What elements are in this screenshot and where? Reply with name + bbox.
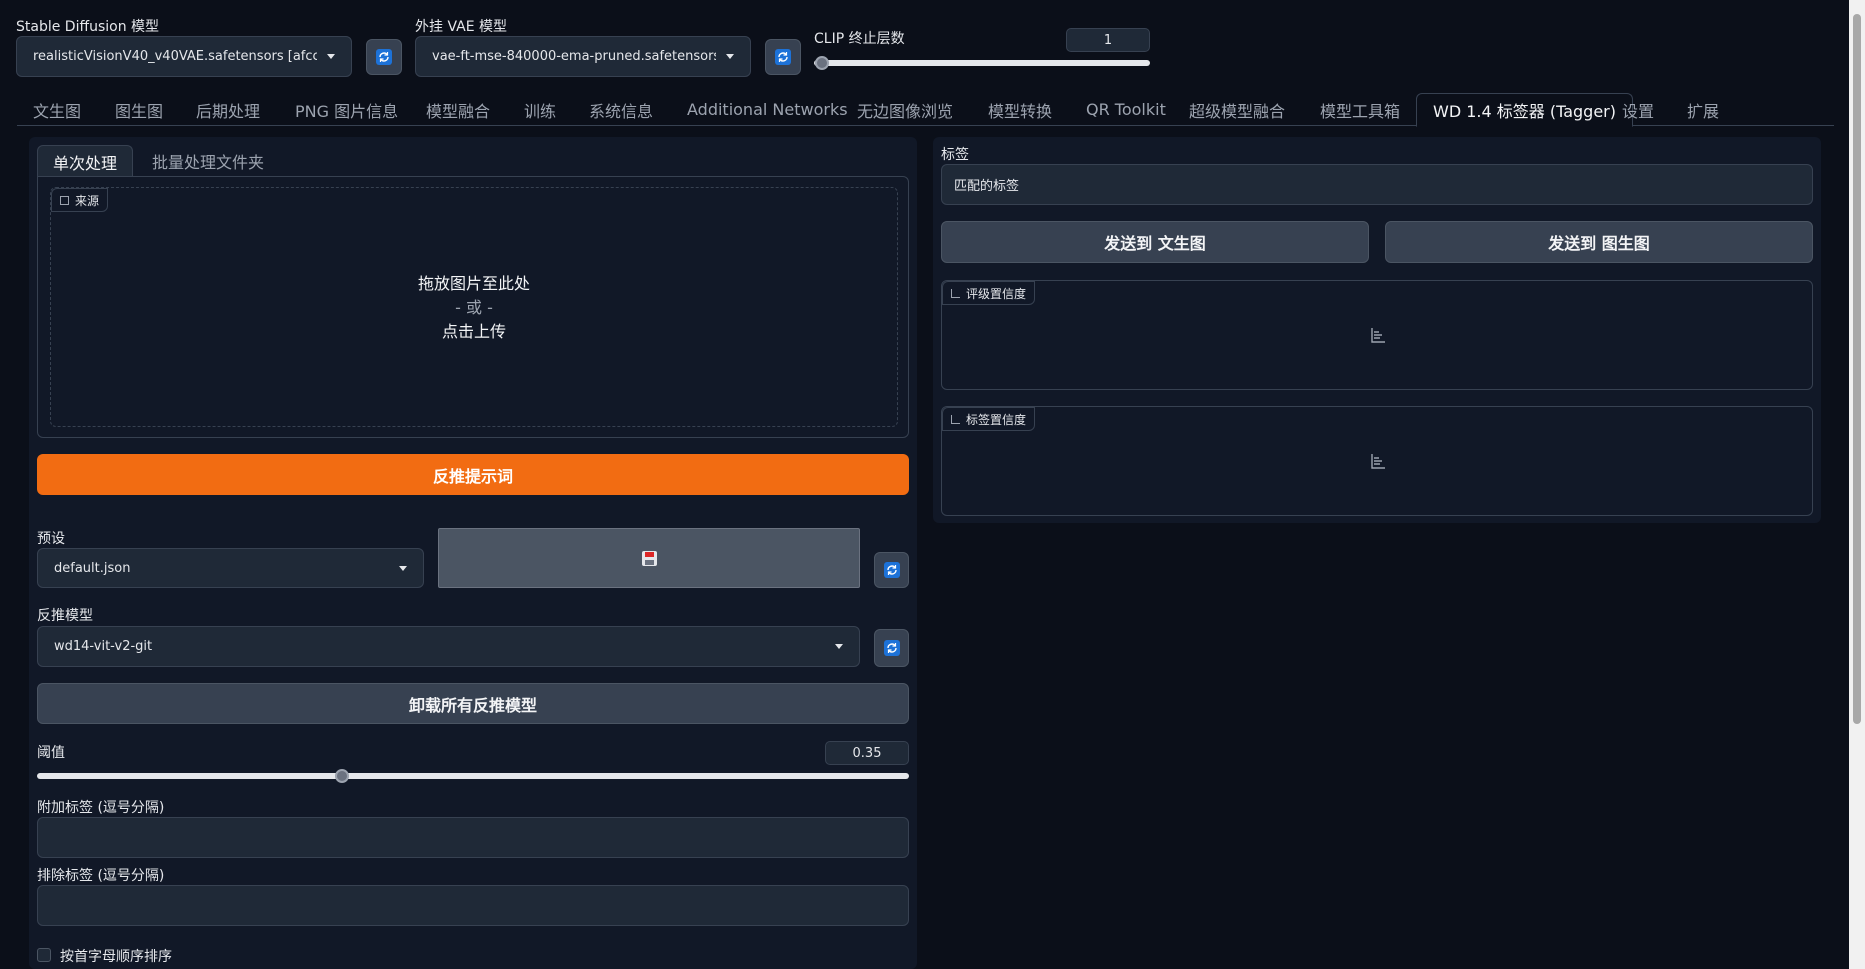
tab-model-toolkit[interactable]: 模型工具箱 xyxy=(1320,93,1400,126)
tag-confidence-block: 标签置信度 xyxy=(941,406,1813,516)
source-label: 来源 xyxy=(75,193,100,208)
interrogator-model-value: wd14-vit-v2-git xyxy=(54,639,153,654)
sd-model-value: realisticVisionV40_v40VAE.safetensors [a… xyxy=(33,49,317,64)
interrogator-model-label: 反推模型 xyxy=(37,608,93,624)
tab-qr-toolkit[interactable]: QR Toolkit xyxy=(1086,93,1166,126)
refresh-icon xyxy=(883,562,900,578)
threshold-slider[interactable] xyxy=(37,773,909,779)
subtab-single[interactable]: 单次处理 xyxy=(37,145,133,177)
tab-super-merger[interactable]: 超级模型融合 xyxy=(1189,93,1285,126)
source-block: 来源 拖放图片至此处 - 或 - 点击上传 xyxy=(37,176,909,438)
tab-extensions[interactable]: 扩展 xyxy=(1687,93,1719,126)
additional-tags-label: 附加标签 (逗号分隔) xyxy=(37,800,165,816)
chevron-down-icon xyxy=(399,565,407,571)
rating-confidence-badge: 评级置信度 xyxy=(942,281,1036,305)
bar-chart-icon xyxy=(951,414,960,424)
bar-chart-icon xyxy=(951,288,960,298)
drop-line-2: - 或 - xyxy=(455,298,493,317)
preset-value: default.json xyxy=(54,560,131,576)
main-tabs: 文生图 图生图 后期处理 PNG 图片信息 模型融合 训练 系统信息 Addit… xyxy=(17,93,1834,127)
sort-alpha-checkbox[interactable] xyxy=(37,948,51,962)
tab-settings[interactable]: 设置 xyxy=(1622,93,1654,126)
tags-output[interactable]: 匹配的标签 xyxy=(941,164,1813,205)
tag-confidence-label: 标签置信度 xyxy=(966,412,1027,427)
send-to-txt2img-button[interactable]: 发送到 文生图 xyxy=(941,221,1369,263)
source-badge: 来源 xyxy=(51,188,109,212)
additional-tags-input[interactable] xyxy=(37,817,909,858)
interrogator-model-dropdown[interactable]: wd14-vit-v2-git xyxy=(37,626,860,667)
threshold-number[interactable]: 0.35 xyxy=(825,741,909,765)
bar-chart-icon xyxy=(1370,453,1386,473)
save-preset-button[interactable] xyxy=(438,528,860,588)
preset-label: 预设 xyxy=(37,531,65,547)
tab-extras[interactable]: 后期处理 xyxy=(196,93,260,126)
tab-tagger[interactable]: WD 1.4 标签器 (Tagger) xyxy=(1416,93,1633,127)
interrogator-model-refresh-button[interactable] xyxy=(874,629,909,667)
subtab-batch[interactable]: 批量处理文件夹 xyxy=(152,145,264,177)
chevron-down-icon xyxy=(327,54,335,59)
refresh-icon xyxy=(376,49,392,65)
refresh-icon xyxy=(775,49,791,65)
rating-confidence-block: 评级置信度 xyxy=(941,280,1813,390)
image-icon xyxy=(60,195,69,205)
chevron-down-icon xyxy=(726,54,734,59)
exclude-tags-input[interactable] xyxy=(37,885,909,926)
sd-model-label: Stable Diffusion 模型 xyxy=(16,19,160,35)
send-to-img2img-button[interactable]: 发送到 图生图 xyxy=(1385,221,1813,263)
clip-skip-slider[interactable] xyxy=(814,60,1150,66)
vae-dropdown[interactable]: vae-ft-mse-840000-ema-pruned.safetensors xyxy=(415,36,751,77)
tab-train[interactable]: 训练 xyxy=(524,93,556,126)
image-drop-zone[interactable]: 来源 拖放图片至此处 - 或 - 点击上传 xyxy=(50,187,898,427)
rating-confidence-label: 评级置信度 xyxy=(966,286,1027,301)
sd-model-dropdown[interactable]: realisticVisionV40_v40VAE.safetensors [a… xyxy=(16,36,352,77)
unload-models-button[interactable]: 卸载所有反推模型 xyxy=(37,683,909,724)
tab-img2img[interactable]: 图生图 xyxy=(115,93,163,126)
tab-model-converter[interactable]: 模型转换 xyxy=(988,93,1052,126)
drop-line-1: 拖放图片至此处 xyxy=(417,274,530,293)
chevron-down-icon xyxy=(835,644,843,649)
clip-skip-label: CLIP 终止层数 xyxy=(814,31,905,47)
sort-alpha-label: 按首字母顺序排序 xyxy=(60,949,172,965)
drop-instructions: 拖放图片至此处 - 或 - 点击上传 xyxy=(51,272,897,344)
clip-skip-number[interactable]: 1 xyxy=(1066,28,1150,52)
refresh-icon xyxy=(883,640,900,656)
sd-model-refresh-button[interactable] xyxy=(366,39,402,75)
clip-skip-slider-thumb[interactable] xyxy=(815,56,829,70)
page-scrollbar[interactable] xyxy=(1849,0,1865,969)
tag-confidence-badge: 标签置信度 xyxy=(942,407,1036,431)
threshold-label: 阈值 xyxy=(37,745,65,761)
bar-chart-icon xyxy=(1370,327,1386,347)
tags-label: 标签 xyxy=(941,147,969,163)
vae-refresh-button[interactable] xyxy=(765,39,801,75)
preset-dropdown[interactable]: default.json xyxy=(37,548,424,588)
vae-label: 外挂 VAE 模型 xyxy=(415,19,508,35)
tab-png-info[interactable]: PNG 图片信息 xyxy=(295,93,398,126)
vae-value: vae-ft-mse-840000-ema-pruned.safetensors xyxy=(432,49,716,64)
exclude-tags-label: 排除标签 (逗号分隔) xyxy=(37,868,165,884)
tab-txt2img[interactable]: 文生图 xyxy=(33,93,81,126)
floppy-disk-icon xyxy=(641,550,657,566)
tab-infinite-image-browsing[interactable]: 无边图像浏览 xyxy=(857,93,953,126)
tab-system-info[interactable]: 系统信息 xyxy=(589,93,653,126)
scrollbar-thumb[interactable] xyxy=(1853,14,1861,724)
drop-line-3: 点击上传 xyxy=(441,322,506,341)
tab-checkpoint-merger[interactable]: 模型融合 xyxy=(426,93,490,126)
tab-additional-networks[interactable]: Additional Networks xyxy=(687,93,848,126)
interrogate-button[interactable]: 反推提示词 xyxy=(37,454,909,495)
preset-refresh-button[interactable] xyxy=(874,552,909,588)
